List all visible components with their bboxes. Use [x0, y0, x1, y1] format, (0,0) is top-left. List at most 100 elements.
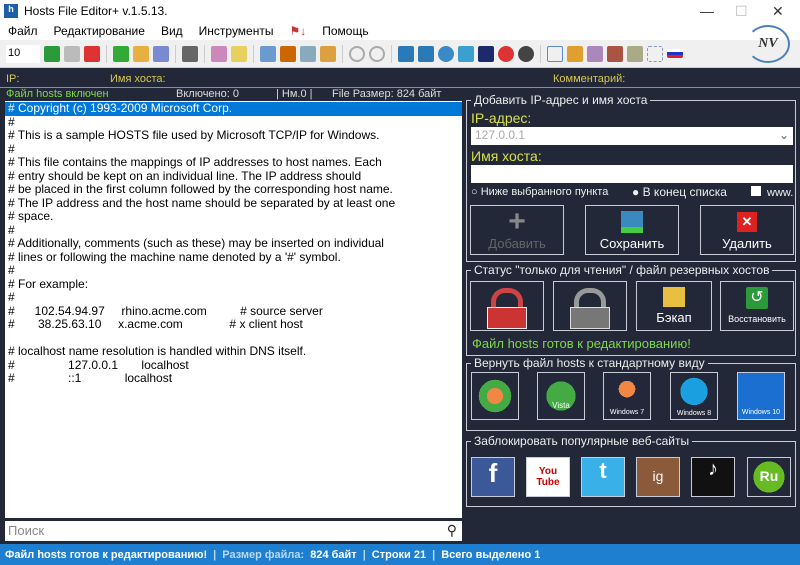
ip-address-combo[interactable]: 127.0.0.1 ⌄	[471, 127, 793, 145]
minimize-button[interactable]: —	[700, 3, 714, 19]
delete-x-icon: ✕	[737, 212, 757, 232]
editor-line[interactable]: # be placed in the first column followed…	[5, 182, 462, 197]
backup-button[interactable]: Бэкап	[636, 281, 712, 331]
delete-file-icon[interactable]	[300, 45, 316, 62]
up-icon[interactable]	[398, 45, 414, 62]
app-icon: h	[4, 4, 18, 18]
edit-icon[interactable]	[211, 45, 227, 62]
h-icon[interactable]	[44, 45, 60, 62]
editor-line[interactable]: #	[5, 115, 462, 130]
note-icon[interactable]	[231, 45, 247, 62]
hosts-editor[interactable]: # Copyright (c) 1993-2009 Microsoft Corp…	[5, 101, 462, 518]
tools-icon[interactable]	[587, 45, 603, 62]
editor-line[interactable]: # This is a sample HOSTS file used by Mi…	[5, 128, 462, 143]
editor-line[interactable]: # 102.54.94.97 rhino.acme.com # source s…	[5, 304, 462, 319]
export-icon[interactable]	[260, 45, 276, 62]
restore-button[interactable]: ↺ Восстановить	[720, 281, 794, 331]
radio-below-selected[interactable]: ○ Ниже выбранного пункта	[471, 186, 608, 198]
ip-icon[interactable]	[498, 45, 514, 62]
lock-button[interactable]	[470, 281, 544, 331]
restore-win7-button[interactable]: Windows 7	[603, 372, 651, 420]
add-group-legend: Добавить IP-адрес и имя хоста	[471, 93, 651, 107]
hostname-input[interactable]	[471, 165, 793, 183]
restore-win8-button[interactable]: Windows 8	[670, 372, 718, 420]
maximize-button[interactable]: ☐	[735, 3, 748, 20]
block-sites-group: Заблокировать популярные веб-сайты f You…	[466, 434, 796, 507]
save-icon[interactable]	[153, 45, 169, 62]
editor-line[interactable]: #	[5, 263, 462, 278]
lock-icon[interactable]	[627, 45, 643, 62]
editor-line[interactable]: # entry should be kept on an individual …	[5, 169, 462, 184]
radio-end-of-list[interactable]: ● В конец списка	[632, 185, 727, 199]
line-count: Строки 21	[371, 548, 427, 561]
editor-line[interactable]: # Copyright (c) 1993-2009 Microsoft Corp…	[5, 101, 462, 116]
editor-line[interactable]: # localhost name resolution is handled w…	[5, 344, 462, 359]
restore-win10-button[interactable]: Windows 10	[737, 372, 785, 420]
check2-icon[interactable]	[369, 45, 385, 62]
font-size-select[interactable]: 10	[6, 44, 40, 63]
block-ru-button[interactable]: Ru	[747, 457, 791, 497]
ip-label: IP-адрес:	[471, 110, 532, 126]
host-label: Имя хоста:	[471, 148, 542, 164]
close-button[interactable]: ✕	[772, 3, 784, 20]
block-youtube-button[interactable]: You Tube	[526, 457, 570, 497]
menu-tools[interactable]: Инструменты	[191, 24, 282, 38]
network-icon[interactable]	[458, 45, 474, 62]
save-button[interactable]: Сохранить	[585, 205, 679, 255]
dns-icon[interactable]	[518, 45, 534, 62]
bag-icon[interactable]	[607, 45, 623, 62]
add-button[interactable]: + Добавить	[470, 205, 564, 255]
readonly-group: Статус "только для чтения" / файл резерв…	[466, 263, 796, 356]
editor-line[interactable]: # 127.0.0.1 localhost	[5, 358, 462, 373]
restore-xp-button[interactable]	[471, 372, 519, 420]
find-icon[interactable]	[182, 45, 198, 62]
unlock-button[interactable]	[553, 281, 627, 331]
search-input[interactable]: Поиск ⚲	[5, 521, 462, 541]
plus-icon: +	[508, 205, 526, 238]
d-icon[interactable]	[84, 45, 100, 62]
down-icon[interactable]	[418, 45, 434, 62]
nm-count: | Нм.0 |	[276, 88, 313, 100]
editor-line[interactable]: # ::1 localhost	[5, 371, 462, 386]
editor-line[interactable]: # The IP address and the host name shoul…	[5, 196, 462, 211]
menu-help[interactable]: Помощь	[314, 24, 376, 38]
menu-view[interactable]: Вид	[153, 24, 191, 38]
editor-line[interactable]: # Additionally, comments (such as these)…	[5, 236, 462, 251]
language-flag-icon[interactable]	[667, 49, 683, 58]
block-tiktok-button[interactable]: ♪	[691, 457, 735, 497]
folder-x-icon[interactable]	[320, 45, 336, 62]
import-icon[interactable]	[280, 45, 296, 62]
editor-line[interactable]: # space.	[5, 209, 462, 224]
windows-flag-icon[interactable]: ⚑↓	[281, 24, 314, 38]
expand-icon[interactable]	[647, 45, 663, 62]
open-icon[interactable]	[133, 45, 149, 62]
editor-line[interactable]	[5, 332, 462, 346]
www-checkbox[interactable]: www.	[751, 186, 793, 199]
locked-padlock-icon	[487, 307, 527, 329]
editor-line[interactable]: #	[5, 142, 462, 157]
editor-line[interactable]: #	[5, 290, 462, 305]
editor-line[interactable]: # For example:	[5, 277, 462, 292]
e-icon[interactable]	[64, 45, 80, 62]
block-instagram-button[interactable]: ig	[636, 457, 680, 497]
hub-icon[interactable]	[478, 45, 494, 62]
editor-line[interactable]: # lines or following the machine name de…	[5, 250, 462, 265]
ip-value: 127.0.0.1	[475, 128, 526, 142]
editor-line[interactable]: # This file contains the mappings of IP …	[5, 155, 462, 170]
window-title: Hosts File Editor+ v.1.5.13.	[24, 4, 168, 18]
size-value: 824 байт	[310, 548, 357, 561]
search-icon[interactable]: ⚲	[447, 522, 457, 539]
menu-edit[interactable]: Редактирование	[46, 24, 153, 38]
block-twitter-button[interactable]: t	[581, 457, 625, 497]
grid-icon[interactable]	[547, 45, 563, 62]
editor-line[interactable]: #	[5, 223, 462, 238]
restore-vista-button[interactable]: Vista	[537, 372, 585, 420]
block-facebook-button[interactable]: f	[471, 457, 515, 497]
add-icon[interactable]	[113, 45, 129, 62]
globe-icon[interactable]	[438, 45, 454, 62]
menu-file[interactable]: Файл	[0, 24, 46, 38]
clean-icon[interactable]	[567, 45, 583, 62]
check-icon[interactable]	[349, 45, 365, 62]
editor-line[interactable]: # 38.25.63.10 x.acme.com # x client host	[5, 317, 462, 332]
delete-button[interactable]: ✕ Удалить	[700, 205, 794, 255]
